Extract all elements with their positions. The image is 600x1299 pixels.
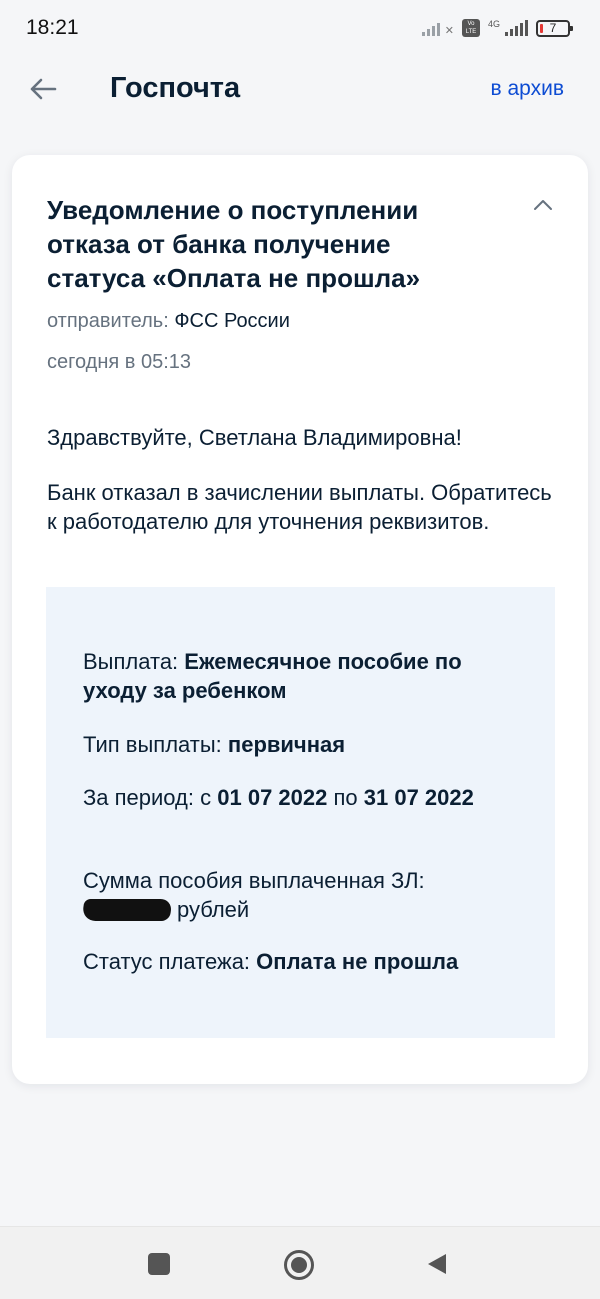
payment-type-value: первичная bbox=[227, 732, 346, 757]
recents-button[interactable] bbox=[148, 1253, 178, 1283]
message-date: сегодня в 05:13 bbox=[47, 351, 191, 373]
status-bar: 18:21 ✕ Vo LTE 4G 7 bbox=[0, 0, 600, 56]
triangle-back-icon bbox=[428, 1254, 446, 1274]
status-value: Оплата не прошла bbox=[256, 949, 459, 974]
message-greeting: Здравствуйте, Светлана Владимировна! bbox=[47, 425, 462, 450]
no-signal-mark-icon: ✕ bbox=[444, 25, 454, 37]
payment-label: Выплата: bbox=[83, 649, 179, 674]
sender-label: отправитель: bbox=[47, 310, 169, 332]
back-button[interactable] bbox=[26, 72, 60, 106]
sender-value: ФСС России bbox=[174, 310, 290, 332]
status-row: Статус платежа: Оплата не прошла bbox=[83, 947, 523, 976]
payment-type-label: Тип выплаты: bbox=[83, 732, 222, 757]
home-button[interactable] bbox=[284, 1250, 314, 1280]
status-label: Статус платежа: bbox=[83, 949, 251, 974]
arrow-left-icon bbox=[30, 78, 57, 100]
status-time: 18:21 bbox=[26, 16, 79, 39]
page-title: Госпочта bbox=[110, 72, 241, 104]
battery-icon: 7 bbox=[536, 19, 573, 37]
system-nav-bar bbox=[0, 1226, 600, 1299]
message-subject: Уведомление о поступлении отказа от банк… bbox=[47, 195, 421, 293]
message-card: Уведомление о поступлении отказа от банк… bbox=[12, 155, 588, 1084]
home-circle-icon bbox=[284, 1250, 314, 1280]
period-to-label: по bbox=[333, 785, 358, 810]
square-icon bbox=[148, 1253, 170, 1275]
period-to: 31 07 2022 bbox=[363, 785, 474, 810]
collapse-button[interactable] bbox=[528, 193, 558, 217]
system-back-button[interactable] bbox=[426, 1252, 456, 1282]
amount-label: Сумма пособия выплаченная ЗЛ: bbox=[83, 868, 425, 893]
volte-icon: Vo LTE bbox=[461, 19, 480, 37]
payment-details-box: Выплата: Ежемесячное пособие по уходу за… bbox=[46, 587, 555, 1038]
archive-button[interactable]: в архив bbox=[491, 77, 565, 101]
amount-unit: рублей bbox=[177, 897, 250, 922]
chevron-up-icon bbox=[534, 200, 552, 210]
payment-type-row: Тип выплаты: первичная bbox=[83, 730, 523, 759]
redacted-amount bbox=[81, 899, 173, 921]
message-sender: отправитель: ФСС России bbox=[47, 310, 290, 333]
payment-row: Выплата: Ежемесячное пособие по уходу за… bbox=[83, 647, 523, 705]
signal-icon-sim2 bbox=[505, 20, 528, 36]
network-type-label: 4G bbox=[487, 19, 500, 29]
period-from: 01 07 2022 bbox=[217, 785, 328, 810]
status-icons: ✕ Vo LTE 4G 7 bbox=[421, 19, 573, 37]
message-body: Банк отказал в зачислении выплаты. Обрат… bbox=[47, 480, 552, 534]
period-row: За период: с 01 07 2022 по 31 07 2022 bbox=[83, 783, 523, 812]
signal-icon-sim1 bbox=[421, 20, 440, 36]
period-label: За период: с bbox=[83, 785, 212, 810]
amount-row: Сумма пособия выплаченная ЗЛ: рублей bbox=[81, 866, 523, 924]
app-header: Госпочта в архив bbox=[0, 60, 600, 120]
